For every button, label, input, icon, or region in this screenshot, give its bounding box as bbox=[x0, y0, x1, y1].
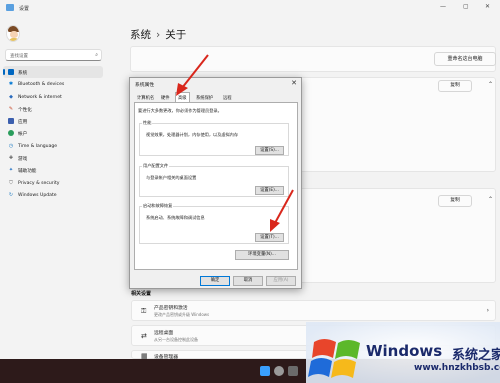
sidebar-item-system[interactable]: 系统 bbox=[3, 66, 103, 79]
search-icon[interactable] bbox=[274, 366, 284, 376]
breadcrumb-separator: › bbox=[156, 29, 161, 41]
key-icon: ⚿ bbox=[141, 307, 147, 315]
accessibility-icon: ✦ bbox=[8, 167, 14, 174]
update-icon: ↻ bbox=[8, 191, 14, 198]
dialog-title: 系统属性 bbox=[135, 83, 155, 88]
sidebar-item-accessibility[interactable]: ✦ 辅助功能 bbox=[3, 164, 103, 176]
copy-windows-specs-button[interactable]: 复制 bbox=[438, 195, 472, 207]
shield-icon: ⛉ bbox=[9, 179, 13, 186]
windows-start-icon[interactable] bbox=[260, 366, 270, 376]
sidebar-item-gaming[interactable]: ✚ 游戏 bbox=[3, 152, 103, 164]
maximize-button[interactable]: ▢ bbox=[463, 3, 469, 10]
sidebar-item-network[interactable]: ◆ Network & internet bbox=[3, 91, 103, 103]
chevron-up-icon[interactable]: ⌃ bbox=[488, 196, 493, 203]
settings-app-icon bbox=[6, 4, 14, 11]
page-title: 关于 bbox=[165, 29, 187, 41]
close-button[interactable]: ✕ bbox=[485, 3, 490, 10]
sidebar-item-windows-update[interactable]: ↻ Windows Update bbox=[3, 189, 103, 201]
related-settings-title: 相关设置 bbox=[131, 291, 152, 297]
minimize-button[interactable]: — bbox=[440, 3, 446, 10]
network-icon: ◆ bbox=[9, 93, 13, 100]
system-properties-dialog: 系统属性 ✕ 计算机名 硬件 高级 系统保护 远程 要进行大多数更改，你必须作为… bbox=[129, 77, 302, 289]
sidebar-item-bluetooth[interactable]: ✱ Bluetooth & devices bbox=[3, 78, 103, 90]
chevron-right-icon: › bbox=[486, 307, 489, 314]
rename-pc-button[interactable]: 重命名这台电脑 bbox=[434, 52, 496, 66]
sidebar-item-apps[interactable]: 应用 bbox=[3, 115, 103, 127]
sidebar-nav: 系统 ✱ Bluetooth & devices ◆ Network & int… bbox=[3, 66, 103, 201]
sidebar-item-accounts[interactable]: 帐户 bbox=[3, 127, 103, 139]
dialog-close-button[interactable]: ✕ bbox=[291, 79, 297, 87]
environment-variables-button[interactable]: 环境变量(N)... bbox=[235, 250, 289, 260]
account-icon bbox=[8, 130, 14, 137]
monitor-icon bbox=[8, 69, 14, 75]
performance-group: 性能 视觉效果，处理器计划，内存使用，以及虚拟内存 设置(S)... bbox=[139, 120, 289, 156]
apps-icon bbox=[8, 118, 14, 125]
tab-computer-name[interactable]: 计算机名 bbox=[135, 93, 156, 102]
setting-product-key[interactable]: ⚿ 产品密钥和激活 更改产品密钥或升级 Windows › bbox=[131, 300, 496, 321]
taskview-icon[interactable] bbox=[288, 366, 298, 376]
watermark: Windows 系统之家 www.hnzkhbsb.com bbox=[306, 322, 500, 383]
annotation-arrow-to-startup-settings bbox=[270, 189, 294, 232]
annotation-arrow-to-advanced-tab bbox=[176, 54, 209, 96]
breadcrumb-parent[interactable]: 系统 bbox=[130, 29, 151, 41]
search-icon: ⌕ bbox=[95, 52, 98, 58]
tab-remote[interactable]: 远程 bbox=[221, 93, 234, 102]
sidebar-item-personalization[interactable]: ✎ 个性化 bbox=[3, 103, 103, 115]
cancel-button[interactable]: 取消 bbox=[233, 276, 263, 286]
sidebar-item-time-language[interactable]: ◷ Time & language bbox=[3, 140, 103, 152]
clock-globe-icon: ◷ bbox=[8, 142, 14, 149]
copy-device-specs-button[interactable]: 复制 bbox=[438, 80, 472, 92]
apply-button[interactable]: 应用(A) bbox=[266, 276, 296, 286]
sidebar-item-privacy[interactable]: ⛉ Privacy & security bbox=[3, 177, 103, 189]
window-title: 设置 bbox=[19, 6, 30, 12]
bluetooth-icon: ✱ bbox=[8, 81, 14, 88]
ok-button[interactable]: 确定 bbox=[200, 276, 230, 286]
breadcrumb: 系统 › 关于 bbox=[130, 27, 186, 42]
avatar[interactable] bbox=[6, 25, 20, 42]
brush-icon: ✎ bbox=[8, 105, 14, 112]
chevron-up-icon[interactable]: ⌃ bbox=[488, 81, 493, 88]
gamepad-icon: ✚ bbox=[8, 155, 14, 162]
search-input[interactable]: 查找设置 ⌕ bbox=[5, 49, 102, 61]
performance-settings-button[interactable]: 设置(S)... bbox=[255, 146, 284, 155]
admin-notice: 要进行大多数更改，你必须作为管理员登录。 bbox=[138, 108, 222, 113]
remote-icon: ⇄ bbox=[141, 332, 147, 340]
